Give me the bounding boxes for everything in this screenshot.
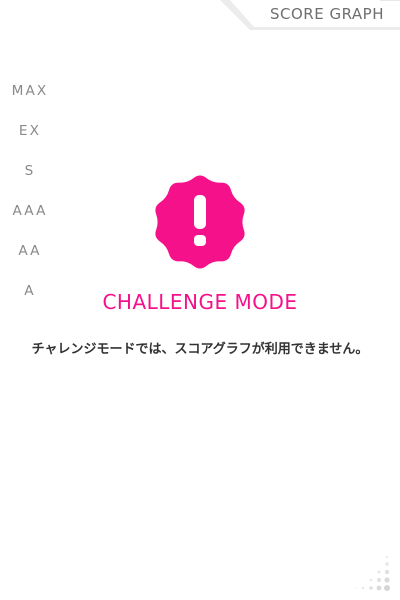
score-graph-title: SCORE GRAPH: [270, 5, 384, 23]
rank-label-ex: EX: [18, 124, 42, 139]
challenge-mode-message: チャレンジモードでは、スコアグラフが利用できません。: [31, 342, 369, 357]
challenge-mode-title: CHALLENGE MODE: [102, 290, 298, 314]
score-graph-screen: SCORE GRAPH MAX EX S AAA AA A CHALLENGE …: [0, 0, 400, 600]
rank-label-max: MAX: [11, 84, 49, 99]
rank-label-aaa: AAA: [12, 204, 48, 219]
rank-label-aa: AA: [18, 244, 42, 259]
score-graph-tab[interactable]: SCORE GRAPH: [220, 0, 400, 30]
rank-label-s: S: [24, 164, 36, 179]
exclamation-badge-icon: [150, 172, 250, 272]
corner-dots-decoration: [355, 555, 390, 591]
